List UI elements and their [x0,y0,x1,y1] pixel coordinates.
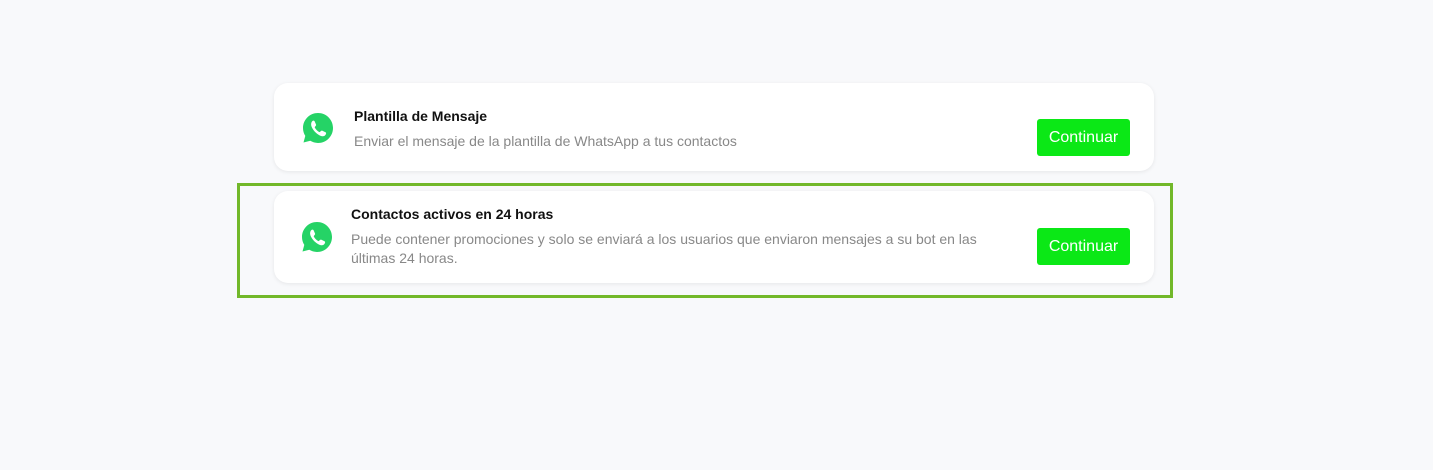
option-text: Contactos activos en 24 horas Puede cont… [351,205,1021,268]
option-title: Contactos activos en 24 horas [351,206,554,222]
option-description: Puede contener promociones y solo se env… [351,231,977,266]
option-description: Enviar el mensaje de la plantilla de Wha… [354,133,737,149]
option-card-template-message[interactable]: Plantilla de Mensaje Enviar el mensaje d… [274,83,1154,171]
whatsapp-icon [301,111,335,145]
option-text: Plantilla de Mensaje Enviar el mensaje d… [354,107,994,151]
continue-button[interactable]: Continuar [1037,228,1130,265]
option-title: Plantilla de Mensaje [354,108,488,124]
continue-button[interactable]: Continuar [1037,119,1130,156]
whatsapp-icon [300,220,334,254]
option-card-active-contacts[interactable]: Contactos activos en 24 horas Puede cont… [274,191,1154,283]
